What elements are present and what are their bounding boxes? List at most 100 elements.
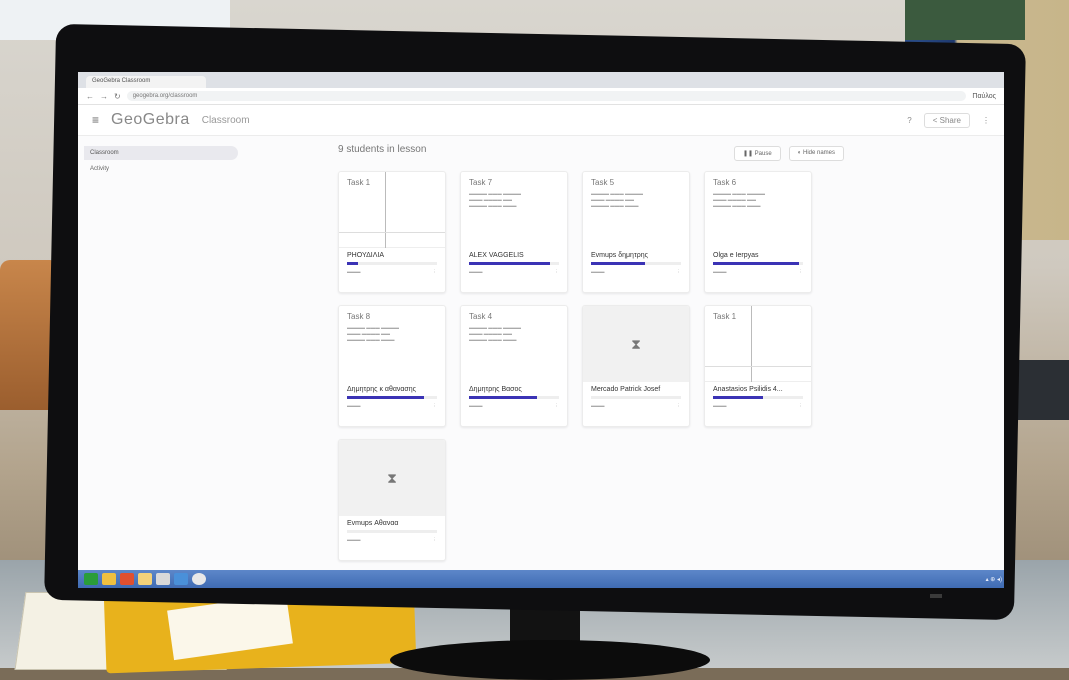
student-name: Olga e Ierpyas bbox=[713, 252, 759, 259]
student-overview: 9 students in lesson ❚❚ Pause ◐ Hide nam… bbox=[238, 136, 1004, 576]
task-name: Task 8 bbox=[347, 312, 371, 321]
student-name: Anastasios Psilidis 4... bbox=[713, 386, 783, 393]
task-text-lines: ▬▬▬▬ ▬▬▬ ▬▬▬▬ ▬▬▬ ▬▬▬▬ ▬▬ ▬▬▬▬ ▬▬▬ ▬▬▬ bbox=[713, 191, 766, 208]
taskbar-clock: ▴ ⊕ ◂) bbox=[985, 576, 1002, 583]
task-preview: Task 5 ▬▬▬▬ ▬▬▬ ▬▬▬▬ ▬▬▬ ▬▬▬▬ ▬▬ ▬▬▬▬ ▬▬▬ ▬… bbox=[583, 172, 689, 248]
back-icon[interactable]: ← bbox=[86, 92, 94, 101]
explorer-icon[interactable] bbox=[138, 573, 152, 585]
card-status: ▬▬▬ bbox=[469, 403, 483, 408]
student-name: Δημητρης Βασος bbox=[469, 386, 522, 393]
task-preview: Task 8 ▬▬▬▬ ▬▬▬ ▬▬▬▬ ▬▬▬ ▬▬▬▬ ▬▬ ▬▬▬▬ ▬▬▬ ▬… bbox=[339, 306, 445, 382]
hide-names-label: Hide names bbox=[802, 150, 835, 156]
student-name: Evmups Αθαναα bbox=[347, 520, 399, 527]
browser-tab[interactable]: GeoGebra Classroom bbox=[86, 76, 206, 88]
student-card[interactable]: Task 8 ▬▬▬▬ ▬▬▬ ▬▬▬▬ ▬▬▬ ▬▬▬▬ ▬▬ ▬▬▬▬ ▬▬▬ ▬… bbox=[338, 305, 446, 427]
task-text-lines: ▬▬▬▬ ▬▬▬ ▬▬▬▬ ▬▬▬ ▬▬▬▬ ▬▬ ▬▬▬▬ ▬▬▬ ▬▬▬ bbox=[591, 191, 644, 208]
browser-tabbar: GeoGebra Classroom bbox=[78, 72, 1004, 88]
waiting-preview: ⧗ bbox=[583, 306, 689, 382]
share-button[interactable]: < Share bbox=[923, 112, 970, 128]
more-icon[interactable]: ⋮ bbox=[982, 116, 990, 125]
student-card[interactable]: Task 5 ▬▬▬▬ ▬▬▬ ▬▬▬▬ ▬▬▬ ▬▬▬▬ ▬▬ ▬▬▬▬ ▬▬▬ ▬… bbox=[582, 171, 690, 293]
profile-chip[interactable]: Παύλος bbox=[972, 93, 996, 100]
more-icon[interactable]: ⋮ bbox=[555, 269, 560, 275]
monitor-stand-base bbox=[390, 640, 710, 680]
more-icon[interactable]: ⋮ bbox=[433, 403, 438, 409]
media-icon[interactable] bbox=[120, 573, 134, 585]
student-card[interactable]: ⧗ Evmups Αθαναα ▬▬▬ ⋮ bbox=[338, 439, 446, 561]
task-name: Task 7 bbox=[469, 178, 493, 187]
power-led bbox=[930, 594, 942, 598]
card-status: ▬▬▬ bbox=[591, 269, 605, 274]
help-icon[interactable]: ? bbox=[907, 116, 911, 125]
student-card[interactable]: Task 1 Anastasios Psilidis 4... ▬▬▬ ⋮ bbox=[704, 305, 812, 427]
card-footer: ▬▬▬ ⋮ bbox=[583, 399, 689, 409]
graph-axis bbox=[339, 232, 445, 233]
card-footer: ▬▬▬ ⋮ bbox=[461, 265, 567, 275]
sidebar: Classroom Activity bbox=[78, 136, 238, 576]
graph-axis bbox=[751, 306, 752, 382]
graph-axis bbox=[385, 172, 386, 248]
card-footer: ▬▬▬ ⋮ bbox=[339, 533, 445, 543]
app-section: Classroom bbox=[201, 114, 250, 126]
student-name: Mercado Patrick Josef bbox=[591, 386, 661, 393]
monitor-screen: GeoGebra Classroom ← → ↻ geogebra.org/cl… bbox=[78, 72, 1004, 588]
sidebar-item-classroom[interactable]: Classroom bbox=[84, 146, 238, 160]
more-icon[interactable]: ⋮ bbox=[555, 403, 560, 409]
task-text-lines: ▬▬▬▬ ▬▬▬ ▬▬▬▬ ▬▬▬ ▬▬▬▬ ▬▬ ▬▬▬▬ ▬▬▬ ▬▬▬ bbox=[469, 191, 522, 208]
word-icon[interactable] bbox=[174, 573, 188, 585]
task-name: Task 6 bbox=[713, 178, 737, 187]
graph-axis bbox=[705, 366, 811, 367]
task-text-lines: ▬▬▬▬ ▬▬▬ ▬▬▬▬ ▬▬▬ ▬▬▬▬ ▬▬ ▬▬▬▬ ▬▬▬ ▬▬▬ bbox=[347, 325, 400, 342]
reload-icon[interactable]: ↻ bbox=[114, 92, 121, 101]
browser-address-bar: ← → ↻ geogebra.org/classroom Παύλος bbox=[78, 88, 1004, 105]
more-icon[interactable]: ⋮ bbox=[677, 269, 682, 275]
card-status: ▬▬▬ bbox=[469, 269, 483, 274]
more-icon[interactable]: ⋮ bbox=[799, 269, 804, 275]
more-icon[interactable]: ⋮ bbox=[433, 269, 438, 275]
student-name: ΡΗΟΥΔΙΛΙΑ bbox=[347, 252, 385, 259]
chrome-icon[interactable] bbox=[192, 573, 206, 585]
task-name: Task 4 bbox=[469, 312, 493, 321]
card-footer: ▬▬▬ ⋮ bbox=[339, 265, 445, 275]
student-name: Δημητρης κ αθανασης bbox=[347, 386, 417, 393]
hourglass-icon: ⧗ bbox=[387, 469, 397, 486]
card-status: ▬▬▬ bbox=[713, 403, 727, 408]
start-icon[interactable] bbox=[84, 573, 98, 585]
task-preview: Task 1 bbox=[705, 306, 811, 382]
green-board-edge bbox=[905, 0, 1025, 40]
pause-label: Pause bbox=[754, 151, 772, 157]
more-icon[interactable]: ⋮ bbox=[677, 403, 682, 409]
url-input[interactable]: geogebra.org/classroom bbox=[126, 91, 967, 101]
app-icon[interactable] bbox=[156, 573, 170, 585]
page-title: 9 students in lesson bbox=[338, 144, 427, 155]
waiting-preview: ⧗ bbox=[339, 440, 445, 516]
hide-names-button[interactable]: ◐ Hide names bbox=[788, 146, 844, 161]
student-card[interactable]: Task 4 ▬▬▬▬ ▬▬▬ ▬▬▬▬ ▬▬▬ ▬▬▬▬ ▬▬ ▬▬▬▬ ▬▬▬ ▬… bbox=[460, 305, 568, 427]
app-logo[interactable]: GeoGebra bbox=[111, 111, 190, 129]
forward-icon[interactable]: → bbox=[100, 92, 108, 101]
student-name: ALEX VAGGELIS bbox=[469, 252, 524, 259]
task-text-lines: ▬▬▬▬ ▬▬▬ ▬▬▬▬ ▬▬▬ ▬▬▬▬ ▬▬ ▬▬▬▬ ▬▬▬ ▬▬▬ bbox=[469, 325, 522, 342]
task-preview: Task 7 ▬▬▬▬ ▬▬▬ ▬▬▬▬ ▬▬▬ ▬▬▬▬ ▬▬ ▬▬▬▬ ▬▬▬ ▬… bbox=[461, 172, 567, 248]
task-preview: Task 6 ▬▬▬▬ ▬▬▬ ▬▬▬▬ ▬▬▬ ▬▬▬▬ ▬▬ ▬▬▬▬ ▬▬▬ ▬… bbox=[705, 172, 811, 248]
share-label: Share bbox=[939, 115, 961, 125]
task-preview: Task 4 ▬▬▬▬ ▬▬▬ ▬▬▬▬ ▬▬▬ ▬▬▬▬ ▬▬ ▬▬▬▬ ▬▬▬ ▬… bbox=[461, 306, 567, 382]
student-card[interactable]: Task 1 ΡΗΟΥΔΙΛΙΑ ▬▬▬ ⋮ bbox=[338, 171, 446, 293]
card-status: ▬▬▬ bbox=[347, 403, 361, 408]
hamburger-icon[interactable]: ≡ bbox=[92, 113, 99, 127]
card-footer: ▬▬▬ ⋮ bbox=[705, 265, 811, 275]
task-name: Task 5 bbox=[591, 178, 615, 187]
card-status: ▬▬▬ bbox=[347, 537, 361, 542]
student-card[interactable]: ⧗ Mercado Patrick Josef ▬▬▬ ⋮ bbox=[582, 305, 690, 427]
card-status: ▬▬▬ bbox=[591, 403, 605, 408]
folder-icon[interactable] bbox=[102, 573, 116, 585]
more-icon[interactable]: ⋮ bbox=[433, 537, 438, 543]
task-name: Task 1 bbox=[713, 312, 737, 321]
student-card[interactable]: Task 6 ▬▬▬▬ ▬▬▬ ▬▬▬▬ ▬▬▬ ▬▬▬▬ ▬▬ ▬▬▬▬ ▬▬▬ ▬… bbox=[704, 171, 812, 293]
student-card[interactable]: Task 7 ▬▬▬▬ ▬▬▬ ▬▬▬▬ ▬▬▬ ▬▬▬▬ ▬▬ ▬▬▬▬ ▬▬▬ ▬… bbox=[460, 171, 568, 293]
more-icon[interactable]: ⋮ bbox=[799, 403, 804, 409]
card-footer: ▬▬▬ ⋮ bbox=[461, 399, 567, 409]
pause-button[interactable]: ❚❚ Pause bbox=[733, 146, 781, 161]
card-footer: ▬▬▬ ⋮ bbox=[705, 399, 811, 409]
sidebar-item-activity[interactable]: Activity bbox=[84, 162, 238, 176]
